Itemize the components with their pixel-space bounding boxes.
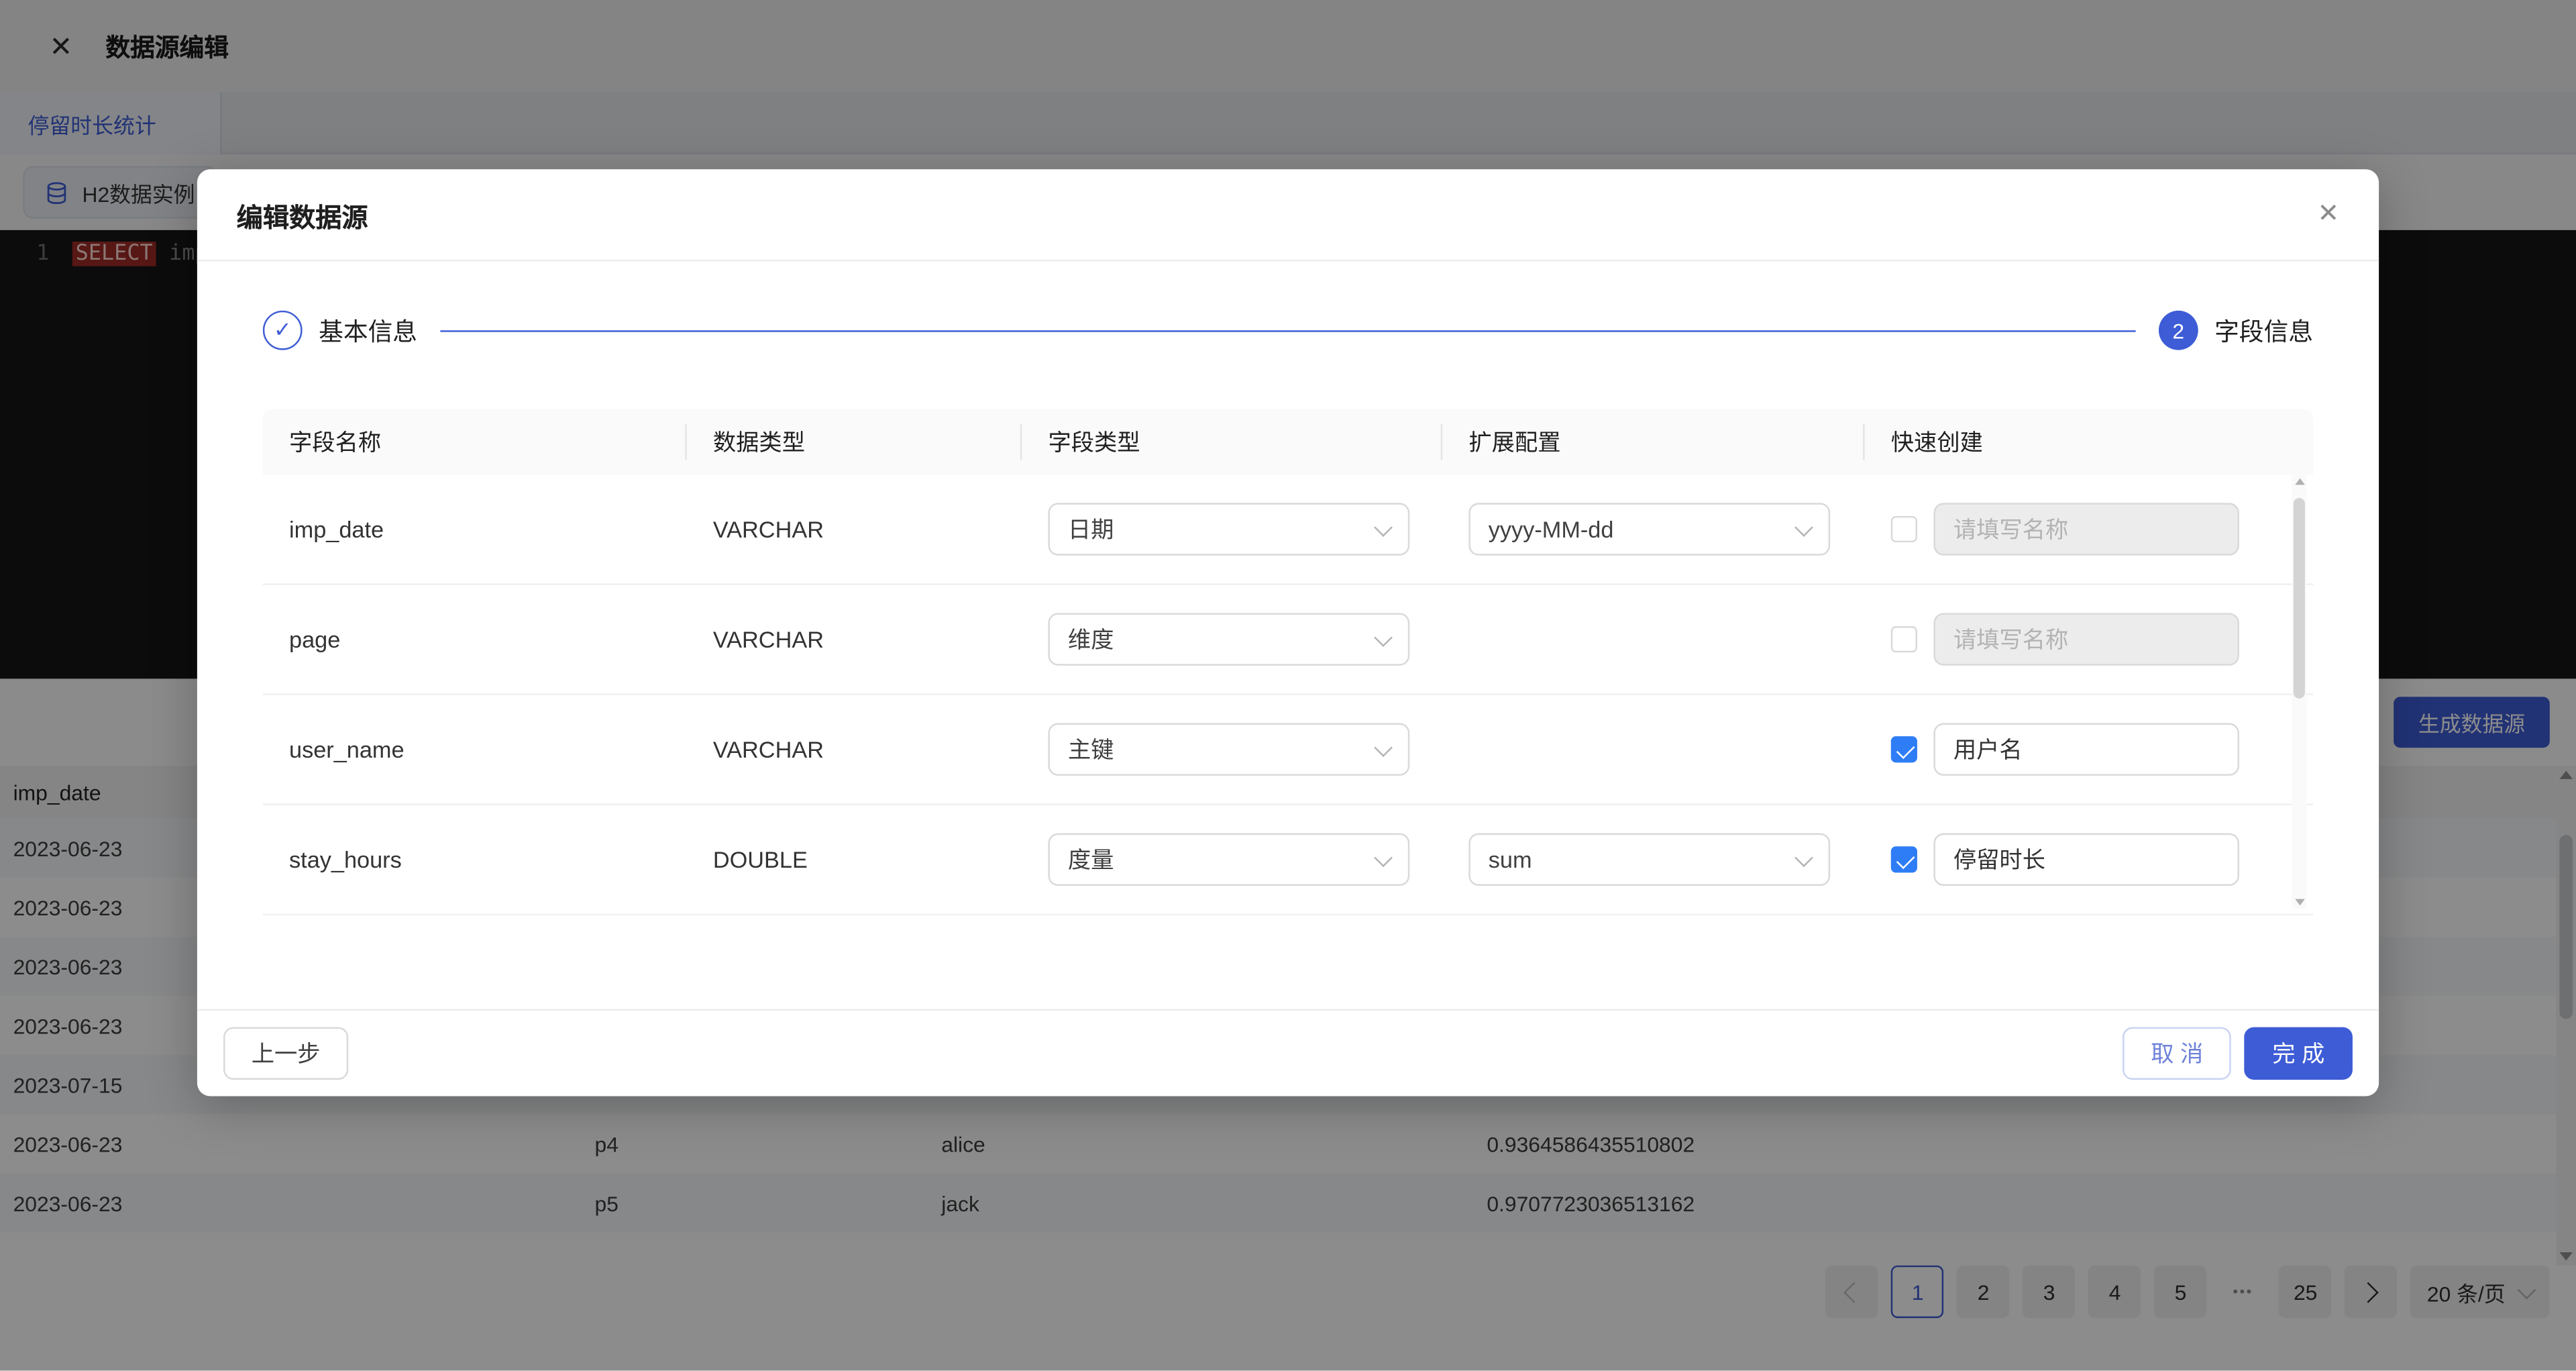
scroll-up-icon[interactable] [2294,478,2304,485]
field-data-type: VARCHAR [687,516,1022,542]
select-value: yyyy-MM-dd [1489,516,1614,542]
field-data-type: DOUBLE [687,846,1022,872]
cancel-button[interactable]: 取 消 [2123,1027,2231,1080]
field-type-select[interactable]: 日期 [1048,503,1409,555]
chevron-down-icon [1794,848,1813,866]
steps: ✓ 基本信息 2 字段信息 [263,304,2313,356]
ext-config-select[interactable]: sum [1468,833,1830,886]
field-table-header: 字段名称 数据类型 字段类型 扩展配置 快速创建 [263,409,2313,475]
quick-create-checkbox[interactable] [1891,516,1917,542]
field-name: user_name [263,736,687,762]
field-name: imp_date [263,516,687,542]
modal-header: 编辑数据源 ✕ [197,169,2379,261]
ext-config-select[interactable]: yyyy-MM-dd [1468,503,1830,555]
modal-footer: 上一步 取 消 完 成 [197,1009,2379,1097]
field-type-select[interactable]: 主键 [1048,723,1409,776]
chevron-down-icon [1374,738,1393,756]
select-value: 日期 [1068,513,1114,546]
modal-title: 编辑数据源 [237,195,368,234]
screen: ✕ 数据源编辑 停留时长统计 H2数据实例 1 [0,0,2576,1370]
field-row: imp_date VARCHAR 日期 yyyy-MM-dd [263,475,2313,585]
scroll-down-icon[interactable] [2294,899,2304,906]
field-type-select[interactable]: 度量 [1048,833,1409,886]
chevron-down-icon [1374,848,1393,866]
field-row: user_name VARCHAR 主键 [263,695,2313,805]
field-name: stay_hours [263,846,687,872]
previous-step-button[interactable]: 上一步 [223,1027,348,1080]
select-value: 维度 [1068,623,1114,656]
step-finished-icon: ✓ [263,311,303,350]
column-header-data-type: 数据类型 [687,409,1022,475]
quick-name-input[interactable] [1933,503,2239,555]
column-header-ext-config: 扩展配置 [1442,409,1864,475]
modal-close-icon[interactable]: ✕ [2318,201,2340,227]
field-name: page [263,626,687,652]
done-button[interactable]: 完 成 [2245,1027,2353,1080]
chevron-down-icon [1794,517,1813,536]
field-data-type: VARCHAR [687,626,1022,652]
column-header-quick-create: 快速创建 [1865,409,2314,475]
column-header-field-type: 字段类型 [1022,409,1442,475]
field-data-type: VARCHAR [687,736,1022,762]
chevron-down-icon [1374,627,1393,646]
quick-name-input[interactable] [1933,723,2239,776]
select-value: 主键 [1068,733,1114,766]
quick-create-checkbox[interactable] [1891,736,1917,762]
field-row: page VARCHAR 维度 [263,585,2313,695]
field-table: 字段名称 数据类型 字段类型 扩展配置 快速创建 imp_date VARCHA… [263,409,2313,915]
step-connector-line [440,329,2135,331]
step-basic-info-label[interactable]: 基本信息 [319,313,417,348]
column-header-field-name: 字段名称 [263,409,687,475]
step-current-icon: 2 [2159,311,2198,350]
quick-name-input[interactable] [1933,833,2239,886]
step-field-info-label: 字段信息 [2214,313,2313,348]
select-value: 度量 [1068,843,1114,876]
field-type-select[interactable]: 维度 [1048,613,1409,665]
scrollbar-thumb[interactable] [2294,498,2305,699]
edit-datasource-modal: 编辑数据源 ✕ ✓ 基本信息 2 字段信息 字段名称 数据类型 字段类型 扩展配… [197,169,2379,1096]
select-value: sum [1489,846,1532,872]
quick-create-checkbox[interactable] [1891,626,1917,652]
quick-name-input[interactable] [1933,613,2239,665]
quick-create-checkbox[interactable] [1891,846,1917,872]
chevron-down-icon [1374,517,1393,536]
field-row: stay_hours DOUBLE 度量 sum [263,805,2313,915]
field-table-scrollbar[interactable] [2292,475,2306,909]
